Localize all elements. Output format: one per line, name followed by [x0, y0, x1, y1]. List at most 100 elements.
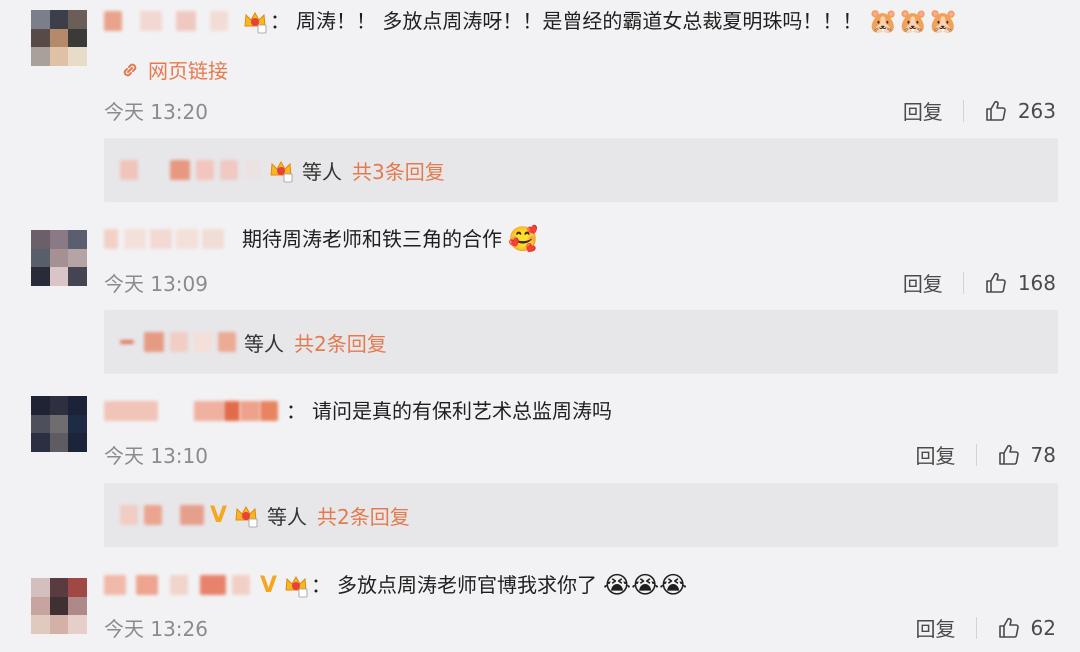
like-button[interactable]: 263	[984, 99, 1056, 123]
blurred-username	[170, 575, 188, 595]
reply-button[interactable]: 回复	[916, 440, 976, 469]
blurred-username	[120, 340, 134, 344]
comment-text: 期待周涛老师和铁三角的合作	[242, 227, 502, 251]
blurred-username	[224, 401, 240, 421]
blurred-username	[120, 505, 138, 525]
sub-reply-total[interactable]: 共3条回复	[352, 156, 445, 185]
sub-reply-users	[104, 157, 294, 183]
avatar-pixel	[31, 267, 50, 286]
comment-actions: 回复 168	[903, 268, 1056, 297]
timestamp: 今天 13:26	[104, 617, 208, 641]
web-link-label: 网页链接	[148, 59, 228, 83]
sub-replies-box[interactable]: 等人 共3条回复	[104, 138, 1058, 202]
like-count: 62	[1030, 615, 1056, 640]
link-icon	[123, 63, 137, 76]
blurred-username[interactable]	[104, 11, 122, 31]
avatar-pixel	[31, 10, 50, 29]
blurred-username	[140, 11, 162, 31]
blurred-username	[176, 229, 198, 249]
avatar-pixel	[68, 396, 87, 415]
blurred-username	[200, 575, 226, 595]
comment-text: 多放点周涛老师官博我求你了	[337, 573, 598, 597]
fan-crown-badge-icon	[233, 502, 259, 528]
like-button[interactable]: 168	[984, 271, 1056, 295]
avatar[interactable]	[31, 10, 87, 66]
avatar-pixel	[68, 47, 87, 66]
avatar[interactable]	[31, 396, 87, 452]
blurred-username	[170, 332, 188, 352]
divider	[975, 443, 977, 466]
sub-replies-box[interactable]: V 等人 共2条回复	[104, 483, 1058, 547]
fan-crown-badge-icon	[283, 572, 309, 598]
avatar-pixel	[68, 596, 87, 616]
comment-actions: 回复 78	[916, 440, 1056, 469]
thumbs-up-icon	[998, 444, 1019, 465]
avatar-pixel	[68, 267, 87, 286]
avatar-pixel	[49, 433, 69, 452]
sub-replies-box[interactable]: 等人 共2条回复	[104, 310, 1058, 374]
web-link[interactable]: 网页链接	[120, 55, 228, 84]
comment-text: 周涛！！ 多放点周涛呀！！是曾经的霸道女总裁夏明珠吗！！！	[296, 9, 863, 33]
blurred-username	[144, 332, 164, 352]
like-count: 78	[1030, 442, 1056, 467]
avatar-pixel	[68, 248, 87, 268]
comment-body: ： 多放点周涛老师官博我求你了 😭😭😭	[311, 572, 687, 598]
verified-v-icon: V	[260, 572, 278, 598]
comment-body: 期待周涛老师和铁三角的合作 🥰	[242, 226, 538, 252]
blurred-username[interactable]	[104, 401, 158, 421]
reply-button[interactable]: 回复	[916, 613, 976, 642]
blurred-username	[240, 401, 260, 421]
thumbs-up-icon	[998, 617, 1019, 638]
avatar-pixel	[49, 414, 69, 434]
divider	[962, 271, 964, 294]
sub-reply-users: V	[104, 502, 259, 528]
avatar-pixel	[68, 615, 87, 634]
blurred-username[interactable]	[104, 575, 126, 595]
reply-button[interactable]: 回复	[903, 268, 963, 297]
blurred-username[interactable]	[104, 229, 118, 249]
avatar-pixel	[49, 578, 69, 597]
avatar-pixel	[68, 230, 87, 249]
username-row: ： 周涛！！ 多放点周涛呀！！是曾经的霸道女总裁夏明珠吗！！！ 🐹🐹🐹	[104, 8, 958, 34]
blurred-username	[202, 229, 224, 249]
avatar-pixel	[49, 10, 69, 29]
username-row: ： 请问是真的有保利艺术总监周涛吗	[104, 398, 612, 424]
like-button[interactable]: 78	[997, 443, 1056, 467]
avatar-pixel	[49, 396, 69, 415]
avatar-pixel	[68, 578, 87, 597]
blurred-username	[194, 401, 224, 421]
avatar-pixel	[31, 433, 50, 452]
sub-reply-etc: 等人	[244, 331, 284, 356]
colon-separator: ：	[270, 9, 290, 33]
blurred-username	[180, 505, 204, 525]
sub-reply-total[interactable]: 共2条回复	[294, 328, 387, 357]
avatar-pixel	[31, 596, 50, 616]
blurred-username	[260, 401, 278, 421]
avatar-pixel	[31, 28, 50, 48]
avatar[interactable]	[31, 578, 87, 634]
avatar-pixel	[31, 578, 50, 597]
fan-crown-badge-icon	[268, 157, 294, 183]
comment-text: 请问是真的有保利艺术总监周涛吗	[312, 399, 612, 423]
flower-face-emoji-icon: 🥰	[508, 225, 538, 253]
blurred-username	[220, 160, 238, 180]
avatar-pixel	[31, 396, 50, 415]
avatar[interactable]	[31, 230, 87, 286]
comment-body: ： 请问是真的有保利艺术总监周涛吗	[286, 398, 612, 424]
like-button[interactable]: 62	[997, 616, 1056, 640]
sub-reply-etc: 等人	[267, 504, 308, 529]
crying-face-emoji-icon: 😭😭😭	[603, 571, 688, 599]
reply-button[interactable]: 回复	[903, 96, 963, 125]
sub-reply-total[interactable]: 共2条回复	[317, 501, 410, 530]
avatar-pixel	[31, 47, 50, 66]
thumbs-up-icon	[986, 100, 1006, 121]
colon-separator: ：	[286, 399, 306, 423]
avatar-pixel	[49, 596, 69, 616]
avatar-pixel	[31, 615, 50, 634]
avatar-pixel	[31, 414, 50, 434]
hamster-emoji-icon: 🐹🐹🐹	[868, 7, 959, 35]
timestamp: 今天 13:10	[104, 444, 208, 468]
divider	[962, 99, 964, 122]
avatar-pixel	[49, 267, 69, 286]
username-row: V ： 多放点周涛老师官博我求你了 😭😭😭	[104, 572, 687, 598]
